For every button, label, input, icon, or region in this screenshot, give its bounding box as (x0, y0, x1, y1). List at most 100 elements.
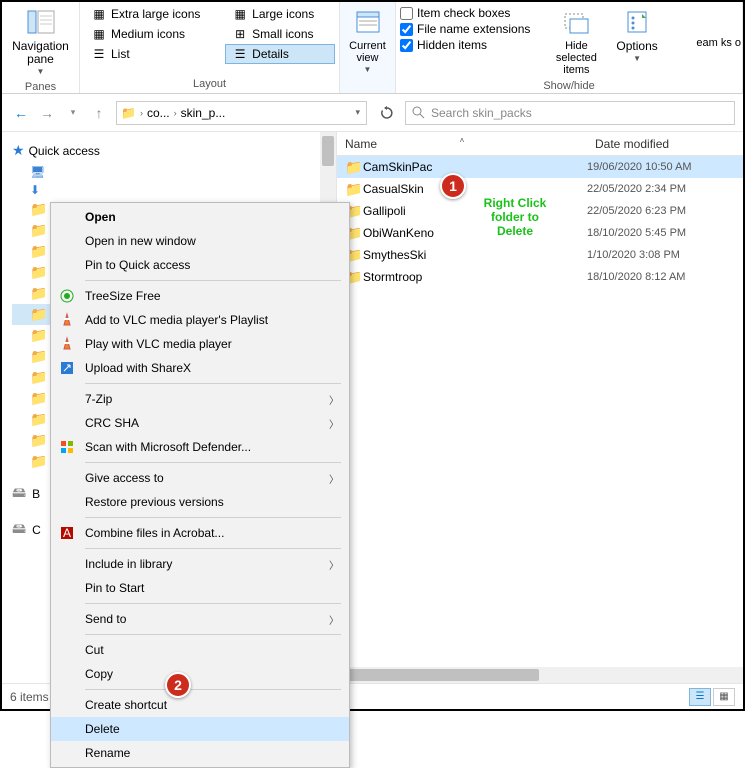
context-menu-item[interactable]: Cut (51, 638, 349, 662)
up-button[interactable]: ↑ (88, 102, 110, 124)
breadcrumb-segment[interactable]: skin_p... (181, 106, 226, 120)
context-menu-item[interactable]: ACombine files in Acrobat... (51, 521, 349, 545)
file-name-extensions-toggle[interactable]: File name extensions (400, 22, 530, 36)
layout-large-icons[interactable]: ▦Large icons (225, 4, 335, 24)
hide-selected-icon (560, 6, 592, 38)
context-menu-item[interactable]: Play with VLC media player (51, 332, 349, 356)
folder-icon: 📁 (30, 453, 47, 470)
ribbon-group-panes-label: Panes (6, 79, 75, 96)
layout-small-icons[interactable]: ⊞Small icons (225, 24, 335, 44)
large-icons-icon: ▦ (232, 7, 248, 21)
details-icon: ☰ (232, 47, 248, 61)
layout-extra-large-icons[interactable]: ▦Extra large icons (84, 4, 221, 24)
context-menu-label: Rename (85, 746, 339, 760)
context-menu-label: Pin to Start (85, 581, 339, 595)
layout-details[interactable]: ☰Details (225, 44, 335, 64)
hide-selected-label: Hide selected items (546, 40, 606, 76)
layout-list[interactable]: ☰List (84, 44, 221, 64)
ribbon-group-show-hide-label: Show/hide (400, 78, 738, 95)
chevron-down-icon: ▼ (37, 68, 45, 77)
context-menu-item[interactable]: Copy (51, 662, 349, 686)
context-menu-item[interactable]: Open in new window (51, 229, 349, 253)
search-input[interactable]: Search skin_packs (405, 101, 735, 125)
chevron-right-icon: 〉 (329, 416, 339, 431)
context-menu-label: Send to (85, 612, 321, 626)
tree-item[interactable]: ⬇ (12, 181, 336, 199)
recent-locations-button[interactable]: ▾ (62, 102, 84, 124)
back-button[interactable]: ← (10, 102, 32, 124)
context-menu-label: Include in library (85, 557, 321, 571)
chevron-right-icon: 〉 (329, 557, 339, 572)
blank-icon (57, 492, 77, 512)
forward-button[interactable]: → (36, 102, 58, 124)
context-menu-item[interactable]: TreeSize Free (51, 284, 349, 308)
context-menu-label: TreeSize Free (85, 289, 339, 303)
vlc-icon (57, 334, 77, 354)
context-menu-label: Create shortcut (85, 698, 339, 712)
options-button[interactable]: Options ▼ (612, 4, 661, 66)
hide-selected-items-button[interactable]: Hide selected items (542, 4, 610, 78)
scrollbar-thumb[interactable] (322, 136, 334, 166)
drive-icon: 🖴 (12, 518, 26, 542)
breadcrumb[interactable]: 📁 › co... › skin_p... ▾ (116, 101, 367, 125)
context-menu-item[interactable]: Give access to〉 (51, 466, 349, 490)
blank-icon (57, 695, 77, 715)
context-menu-separator (85, 462, 341, 463)
file-date: 19/06/2020 10:50 AM (587, 161, 692, 173)
thumbnails-view-toggle[interactable]: ▦ (713, 688, 735, 706)
extra-large-icons-icon: ▦ (91, 7, 107, 21)
context-menu-item[interactable]: CRC SHA〉 (51, 411, 349, 435)
column-header-date[interactable]: Date modified (587, 137, 743, 151)
folder-icon: 📁 (30, 306, 47, 323)
details-view-toggle[interactable]: ☰ (689, 688, 711, 706)
context-menu-item[interactable]: Restore previous versions (51, 490, 349, 514)
file-name: CasualSkin (363, 182, 587, 196)
truncated-side-text: eam ks o (696, 36, 741, 50)
file-date: 22/05/2020 6:23 PM (587, 205, 686, 217)
drive-icon: 🖴 (12, 482, 26, 506)
column-header-name[interactable]: ˄ Name (337, 137, 587, 151)
file-date: 18/10/2020 5:45 PM (587, 227, 686, 239)
context-menu-item[interactable]: Open (51, 205, 349, 229)
context-menu-item[interactable]: Upload with ShareX (51, 356, 349, 380)
file-row[interactable]: 📁SmythesSki1/10/2020 3:08 PM (337, 244, 743, 266)
context-menu-item[interactable]: Add to VLC media player's Playlist (51, 308, 349, 332)
context-menu-item[interactable]: Rename (51, 741, 349, 765)
scrollbar-thumb[interactable] (339, 669, 539, 681)
layout-medium-icons[interactable]: ▦Medium icons (84, 24, 221, 44)
horizontal-scrollbar[interactable] (337, 667, 743, 683)
refresh-button[interactable] (375, 101, 399, 125)
file-date: 22/05/2020 2:34 PM (587, 183, 686, 195)
breadcrumb-segment[interactable]: co... (147, 106, 170, 120)
hidden-items-toggle[interactable]: Hidden items (400, 38, 530, 52)
current-view-button[interactable]: Current view ▼ (344, 4, 391, 77)
quick-access-header[interactable]: ★ Quick access (12, 140, 336, 163)
context-menu-item[interactable]: Scan with Microsoft Defender... (51, 435, 349, 459)
context-menu-item[interactable]: Delete (51, 717, 349, 741)
file-name: SmythesSki (363, 248, 587, 262)
view-mode-toggles: ☰ ▦ (689, 688, 735, 706)
file-name: CamSkinPac (363, 160, 587, 174)
tree-item[interactable]: 🖥 (12, 163, 336, 181)
context-menu-item[interactable]: Pin to Quick access (51, 253, 349, 277)
treesize-icon (57, 286, 77, 306)
file-date: 1/10/2020 3:08 PM (587, 249, 680, 261)
context-menu-item[interactable]: Create shortcut (51, 693, 349, 717)
chevron-down-icon[interactable]: ▾ (353, 107, 362, 118)
file-row[interactable]: 📁CamSkinPac19/06/2020 10:50 AM (337, 156, 743, 178)
folder-icon: 📁 (30, 243, 47, 260)
context-menu-item[interactable]: Pin to Start (51, 576, 349, 600)
chevron-down-icon: ▼ (364, 66, 372, 75)
context-menu-item[interactable]: Send to〉 (51, 607, 349, 631)
context-menu-separator (85, 689, 341, 690)
blank-icon (57, 640, 77, 660)
context-menu-item[interactable]: 7-Zip〉 (51, 387, 349, 411)
blank-icon (57, 468, 77, 488)
context-menu-item[interactable]: Include in library 〉 (51, 552, 349, 576)
navigation-pane-button[interactable]: Navigation pane ▼ (6, 4, 75, 79)
item-checkboxes-toggle[interactable]: Item check boxes (400, 6, 530, 20)
file-row[interactable]: 📁Stormtroop18/10/2020 8:12 AM (337, 266, 743, 288)
context-menu-separator (85, 634, 341, 635)
show-hide-checkboxes: Item check boxes File name extensions Hi… (400, 4, 530, 52)
ribbon-group-show-hide: Item check boxes File name extensions Hi… (396, 2, 743, 93)
